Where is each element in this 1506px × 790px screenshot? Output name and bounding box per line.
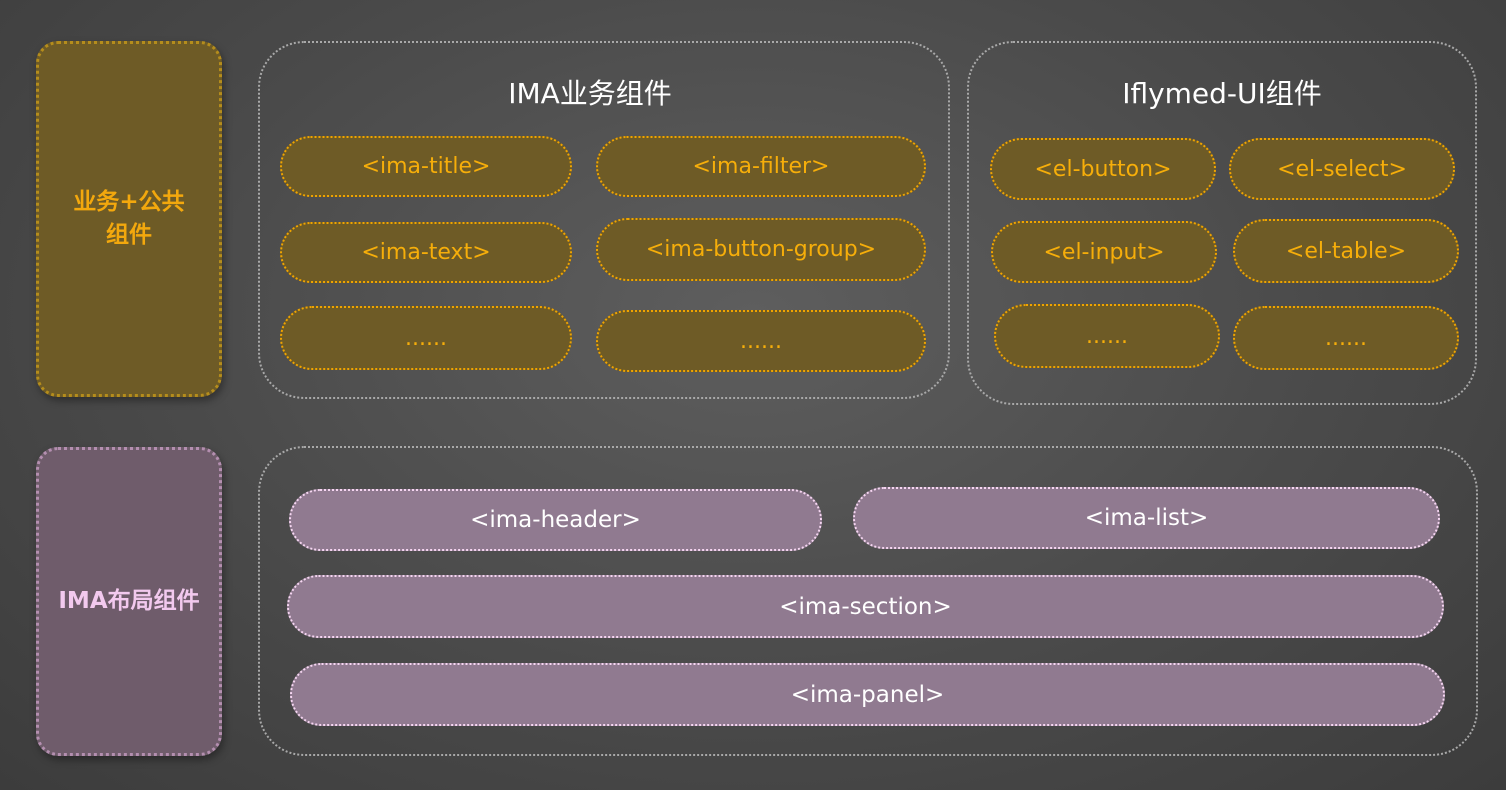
business-label-line-1: 业务+公共	[73, 189, 185, 215]
ima-layout-components-label: IMA布局组件	[36, 447, 222, 756]
component-el-more-2: ......	[1233, 306, 1459, 370]
component-el-input: <el-input>	[991, 221, 1217, 283]
component-ima-title: <ima-title>	[280, 136, 572, 197]
component-el-table: <el-table>	[1233, 219, 1459, 283]
business-public-components-label: 业务+公共 组件	[36, 41, 222, 397]
component-ima-header: <ima-header>	[289, 489, 822, 551]
component-ima-section: <ima-section>	[287, 575, 1444, 638]
component-ima-button-group: <ima-button-group>	[596, 218, 926, 281]
component-el-more: ......	[994, 304, 1220, 368]
ima-business-components-title: IMA业务组件	[508, 77, 672, 110]
layout-label-text: IMA布局组件	[58, 588, 200, 614]
business-label-line-2: 组件	[106, 222, 152, 248]
component-ima-more: ......	[280, 306, 572, 370]
component-ima-text: <ima-text>	[280, 222, 572, 283]
component-el-select: <el-select>	[1229, 138, 1455, 200]
component-el-button: <el-button>	[990, 138, 1216, 200]
component-ima-panel: <ima-panel>	[290, 663, 1445, 726]
iflymed-ui-components-title: Iflymed-UI组件	[1122, 77, 1322, 110]
component-ima-list: <ima-list>	[853, 487, 1440, 549]
component-ima-more-2: ......	[596, 310, 926, 372]
component-ima-filter: <ima-filter>	[596, 136, 926, 197]
